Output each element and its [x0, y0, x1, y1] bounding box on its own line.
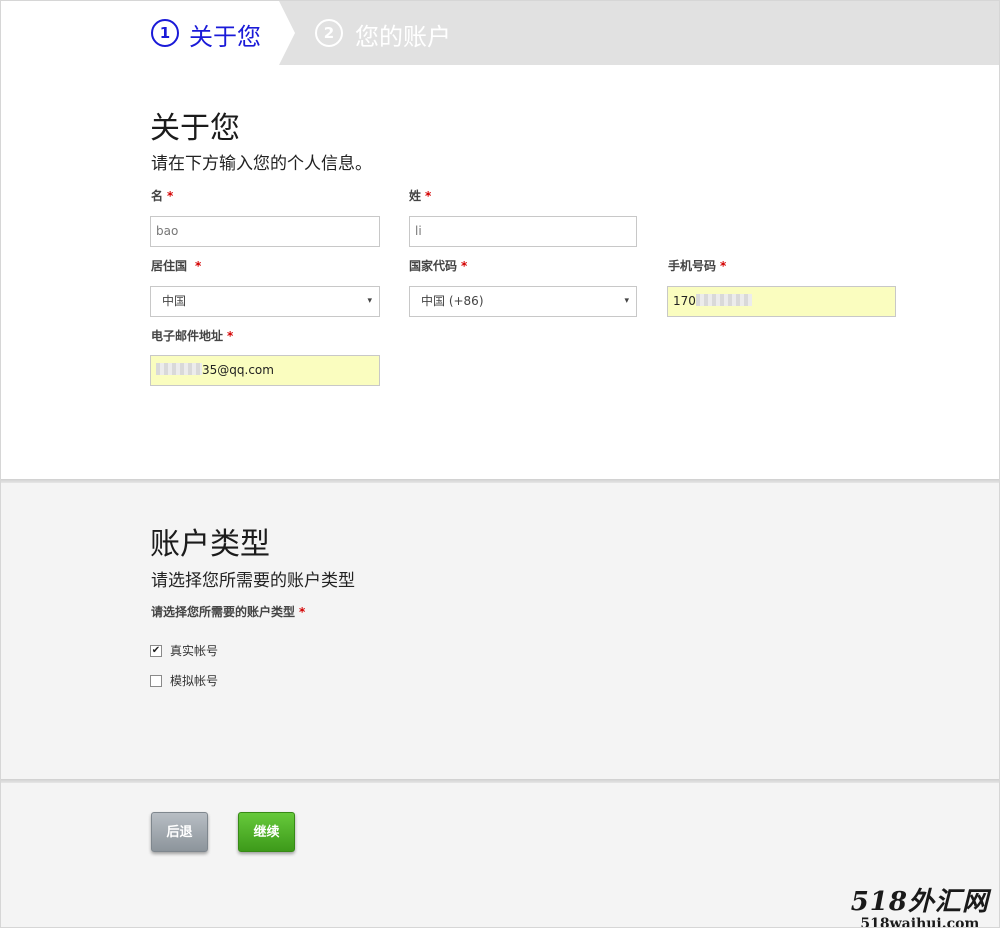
continue-button[interactable]: 继续 — [238, 812, 295, 852]
country-code-label: 国家代码 * — [409, 259, 468, 273]
back-button[interactable]: 后退 — [151, 812, 208, 852]
about-subtitle: 请在下方输入您的个人信息。 — [151, 154, 372, 174]
account-type-title: 账户类型 — [150, 527, 270, 562]
account-type-subtitle: 请选择您所需要的账户类型 — [151, 571, 355, 591]
redacted-mask — [695, 294, 752, 306]
phone-input[interactable]: 170 — [667, 286, 896, 317]
last-name-label: 姓 * — [409, 189, 432, 203]
email-value: 35@qq.com — [202, 363, 274, 377]
account-type-label: 请选择您所需要的账户类型 * — [151, 605, 306, 619]
required-mark: * — [167, 189, 174, 203]
real-account-checkbox[interactable]: ✔ — [150, 644, 162, 657]
required-mark: * — [720, 259, 727, 273]
required-mark: * — [299, 605, 306, 619]
step-1-number: 1 — [151, 19, 179, 47]
required-mark: * — [227, 329, 234, 343]
residence-select[interactable]: 中国 ▾ — [150, 286, 380, 317]
required-mark: * — [425, 189, 432, 203]
watermark-domain: 518waihui.com — [860, 916, 980, 928]
required-mark: * — [195, 259, 202, 273]
step-bar: 2 您的账户 1 关于您 — [1, 1, 999, 65]
last-name-input[interactable]: li — [409, 216, 637, 247]
email-input[interactable]: 35@qq.com — [150, 355, 380, 386]
email-label: 电子邮件地址 * — [151, 329, 234, 343]
first-name-label: 名 * — [151, 189, 174, 203]
step-2-number: 2 — [315, 19, 343, 47]
step-arrow — [279, 1, 295, 65]
phone-value: 170 — [673, 294, 696, 308]
phone-label: 手机号码 * — [668, 259, 727, 273]
about-title: 关于您 — [150, 111, 240, 146]
step-about-you[interactable]: 1 关于您 — [1, 1, 279, 65]
chevron-down-icon: ▾ — [624, 296, 629, 306]
step-1-label: 关于您 — [189, 23, 261, 51]
step-2-label: 您的账户 — [355, 23, 451, 51]
redacted-mask — [156, 363, 202, 375]
residence-value: 中国 — [162, 294, 187, 308]
country-code-value: 中国 (+86) — [421, 294, 484, 308]
country-code-select[interactable]: 中国 (+86) ▾ — [409, 286, 637, 317]
demo-account-label: 模拟帐号 — [170, 674, 219, 688]
demo-account-option[interactable]: 模拟帐号 — [150, 672, 218, 689]
first-name-input[interactable]: bao — [150, 216, 380, 247]
demo-account-checkbox[interactable] — [150, 674, 162, 687]
watermark: 518外汇网 518waihui.com — [850, 881, 989, 928]
watermark-brand: 518外汇网 — [850, 887, 989, 917]
registration-form: 2 您的账户 1 关于您 关于您 请在下方输入您的个人信息。 名 * bao 姓 *… — [0, 0, 1000, 928]
required-mark: * — [461, 259, 468, 273]
real-account-label: 真实帐号 — [170, 644, 219, 658]
residence-label: 居住国 * — [151, 259, 202, 273]
real-account-option[interactable]: ✔ 真实帐号 — [150, 642, 218, 659]
chevron-down-icon: ▾ — [367, 296, 372, 306]
